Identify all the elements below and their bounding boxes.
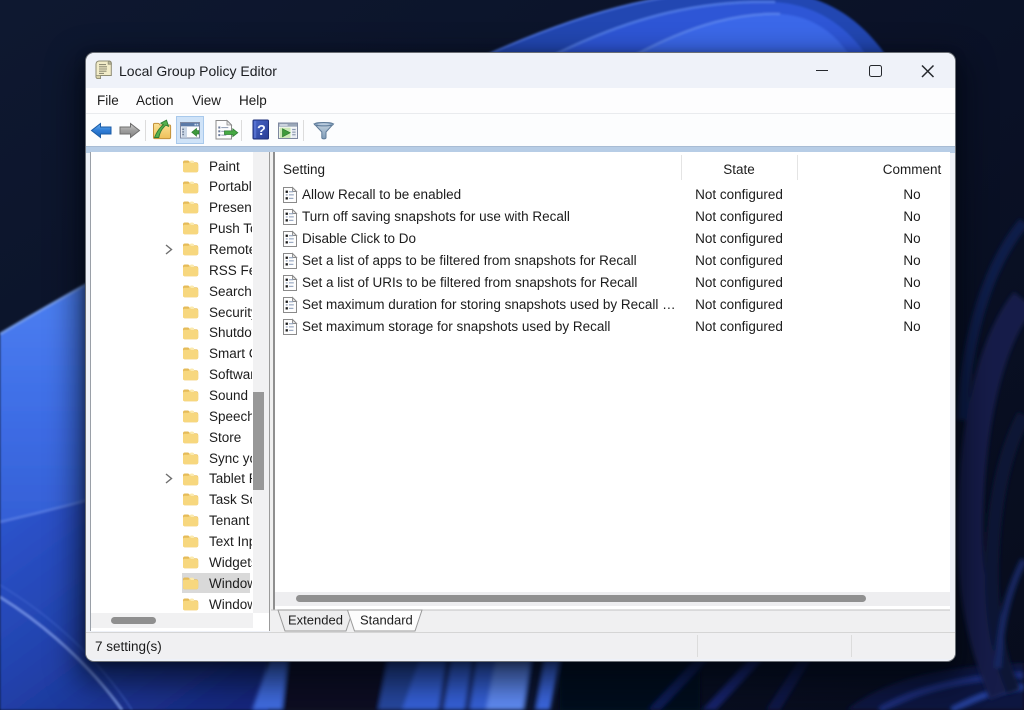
svg-text:?: ? [257,123,266,139]
svg-text:Standard: Standard [360,613,413,628]
svg-text:Extended: Extended [288,613,343,628]
